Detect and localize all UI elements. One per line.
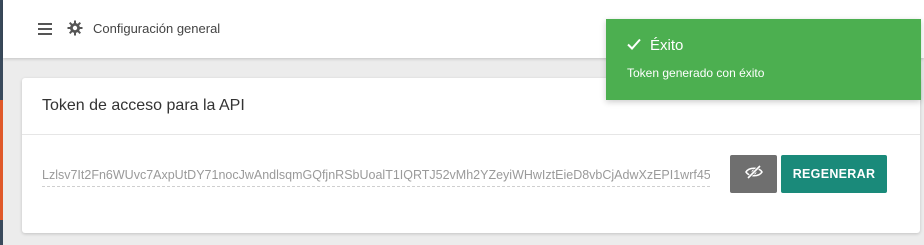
hamburger-menu-icon[interactable] [38,23,52,35]
page-title: Configuración general [93,21,221,36]
toast-message: Token generado con éxito [627,66,765,80]
card-title: Token de acceso para la API [42,97,245,114]
api-token-card: Token de acceso para la API REGENERAR [22,78,920,233]
sidebar-accent [0,100,3,220]
check-icon [626,36,642,52]
toast-title: Éxito [650,37,684,54]
regenerate-button[interactable]: REGENERAR [781,155,887,193]
eye-slash-icon [744,164,763,184]
success-toast[interactable]: Éxito Token generado con éxito [606,19,921,100]
toggle-visibility-button[interactable] [730,155,777,193]
api-token-field[interactable] [42,164,710,187]
gear-icon [67,20,83,36]
